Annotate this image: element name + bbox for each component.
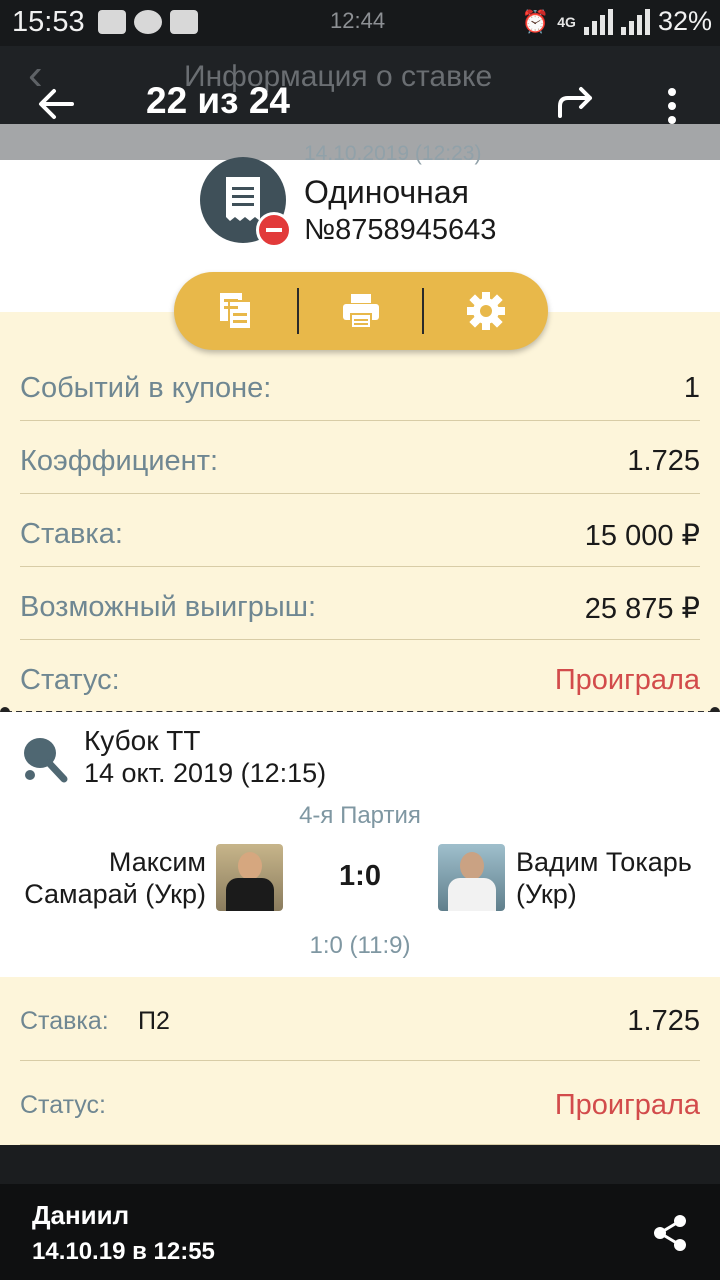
row-value: 25 875 ₽ (584, 593, 700, 625)
forward-icon[interactable] (556, 86, 596, 120)
player-1-second: Самарай (Укр) (24, 879, 206, 909)
table-tennis-icon (24, 738, 68, 783)
signal-icon (583, 8, 613, 35)
player-1-name: Максим Самарай (Укр) (24, 846, 206, 910)
bet-label: Ставка: (20, 1007, 109, 1035)
bet-row: Ставка: П2 1.725 (20, 977, 700, 1061)
summary-row: Событий в купоне: 1 (20, 348, 700, 421)
summary-row: Статус: Проиграла (20, 640, 700, 713)
alarm-icon: ⏰ (521, 8, 550, 34)
summary-row: Ставка: 15 000 ₽ (20, 494, 700, 567)
coupon-date: 14.10.2019 (12:23) (304, 142, 482, 165)
copy-button[interactable] (174, 272, 298, 350)
bet-coef: 1.725 (627, 1005, 700, 1037)
match-score: 1:0 (339, 860, 381, 892)
copy-icon (220, 293, 252, 330)
share-icon[interactable] (652, 1214, 688, 1252)
head-shape (238, 852, 262, 880)
row-value: 1.725 (627, 445, 700, 477)
network-icon: 4G (557, 13, 576, 30)
image-icon (98, 10, 126, 34)
summary-row: Коэффициент: 1.725 (20, 421, 700, 494)
printer-icon (343, 294, 379, 329)
torso-shape (226, 878, 274, 911)
summary-row: Возможный выигрыш: 25 875 ₽ (20, 567, 700, 640)
row-label: Событий в купоне: (20, 372, 272, 404)
bet-panel: Ставка: П2 1.725 Статус: Проиграла (0, 977, 720, 1145)
settings-button[interactable] (424, 272, 548, 350)
back-arrow-icon[interactable] (36, 84, 76, 124)
page-title: 22 из 24 (146, 80, 291, 121)
lost-badge-icon (256, 212, 292, 248)
set-score: 1:0 (11:9) (309, 932, 411, 959)
print-button[interactable] (299, 272, 423, 350)
status-value: Проиграла (554, 664, 700, 696)
notification-icons (98, 10, 198, 34)
signal-2-icon (620, 8, 650, 35)
player-1-avatar (216, 844, 283, 911)
action-bar (174, 272, 548, 350)
event-date: 14 окт. 2019 (12:15) (84, 758, 327, 788)
row-label: Коэффициент: (20, 445, 219, 477)
message-icon (170, 10, 198, 34)
status-right: ⏰ 4G 32% (522, 6, 712, 37)
row-label: Статус: (20, 664, 120, 696)
row-value: 15 000 ₽ (584, 520, 700, 552)
summary-panel: Событий в купоне: 1 Коэффициент: 1.725 С… (0, 312, 720, 712)
bet-type: Одиночная (304, 174, 469, 210)
player-2-avatar (438, 844, 505, 911)
row-label: Возможный выигрыш: (20, 591, 317, 623)
head-shape (460, 852, 484, 880)
torso-shape (448, 878, 496, 911)
player-2-name: Вадим Токарь (Укр) (516, 846, 692, 910)
player-2-second: (Укр) (516, 879, 577, 909)
league-name: Кубок ТТ (84, 725, 201, 756)
bet-status-label: Статус: (20, 1091, 106, 1119)
player-1-first: Максим (108, 847, 206, 877)
event-period: 4-я Партия (299, 802, 421, 829)
toolbar: ‹ Информация о ставке 22 из 24 (0, 46, 720, 124)
coupon-number: №8758945643 (304, 214, 497, 246)
status-bar: 15:53 12:44 ⏰ 4G 32% (0, 0, 720, 46)
bet-status-row: Статус: Проиграла (20, 1061, 700, 1145)
bet-pick: П2 (138, 1007, 170, 1035)
status-time: 15:53 (12, 6, 85, 38)
row-value: 1 (683, 372, 700, 404)
bank-icon (134, 10, 162, 34)
player-2-first: Вадим Токарь (516, 847, 692, 877)
footer-time: 14.10.19 в 12:55 (32, 1238, 215, 1265)
footer-user: Даниил (32, 1200, 130, 1230)
more-icon[interactable] (662, 86, 682, 126)
bet-status: Проиграла (554, 1089, 700, 1121)
row-label: Ставка: (20, 518, 123, 550)
status-ghost-time: 12:44 (330, 8, 386, 33)
gear-icon (467, 292, 505, 330)
battery-level: 32% (657, 6, 712, 36)
